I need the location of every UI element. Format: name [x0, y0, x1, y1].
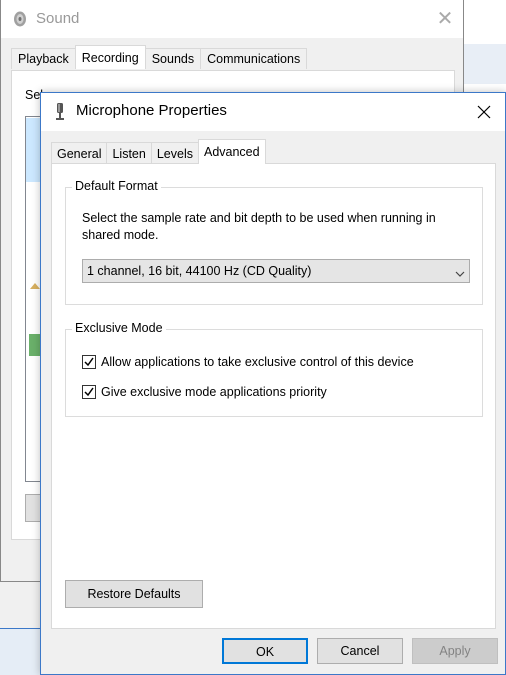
close-icon[interactable]: ✕	[433, 6, 457, 30]
mic-tabs: General Listen Levels Advanced	[51, 139, 266, 164]
sound-titlebar: Sound ✕	[1, 0, 463, 38]
tab-communications[interactable]: Communications	[200, 48, 308, 69]
default-format-description: Select the sample rate and bit depth to …	[82, 211, 436, 242]
tab-listen[interactable]: Listen	[106, 142, 152, 164]
sound-window-title: Sound	[36, 10, 80, 27]
microphone-icon	[54, 102, 66, 122]
exclusive-mode-legend: Exclusive Mode	[72, 321, 166, 335]
close-icon[interactable]	[469, 98, 499, 124]
allow-exclusive-option[interactable]: Allow applications to take exclusive con…	[82, 355, 414, 369]
exclusive-priority-option[interactable]: Give exclusive mode applications priorit…	[82, 385, 327, 399]
default-format-selected: 1 channel, 16 bit, 44100 Hz (CD Quality)	[87, 264, 312, 278]
checkmark-icon	[84, 357, 94, 367]
desktop-taskbar-fragment	[0, 628, 40, 675]
tab-sounds[interactable]: Sounds	[144, 48, 202, 69]
checkmark-icon	[84, 387, 94, 397]
default-format-legend: Default Format	[72, 179, 161, 193]
ok-button[interactable]: OK	[222, 638, 308, 664]
desktop-background-strip	[464, 44, 506, 84]
chevron-down-icon	[455, 267, 465, 277]
mic-window-title: Microphone Properties	[76, 102, 227, 119]
exclusive-priority-checkbox[interactable]	[82, 385, 96, 399]
tab-general[interactable]: General	[51, 142, 108, 164]
mic-titlebar: Microphone Properties	[41, 93, 505, 131]
tab-advanced[interactable]: Advanced	[197, 139, 266, 164]
cancel-button[interactable]: Cancel	[317, 638, 403, 664]
allow-exclusive-checkbox[interactable]	[82, 355, 96, 369]
exclusive-priority-label: Give exclusive mode applications priorit…	[101, 385, 327, 399]
allow-exclusive-label: Allow applications to take exclusive con…	[101, 355, 414, 369]
microphone-properties-window: Microphone Properties General Listen Lev…	[40, 92, 506, 675]
restore-defaults-button[interactable]: Restore Defaults	[65, 580, 203, 608]
default-format-group: Default Format Select the sample rate an…	[65, 179, 483, 305]
advanced-tab-panel: Default Format Select the sample rate an…	[51, 163, 496, 629]
tab-recording[interactable]: Recording	[74, 45, 146, 69]
apply-button[interactable]: Apply	[412, 638, 498, 664]
default-format-dropdown[interactable]: 1 channel, 16 bit, 44100 Hz (CD Quality)	[82, 259, 470, 283]
sound-tabs: Playback Recording Sounds Communications	[11, 45, 308, 70]
tab-playback[interactable]: Playback	[11, 48, 76, 69]
tab-levels[interactable]: Levels	[150, 142, 199, 164]
speaker-icon	[11, 10, 29, 28]
exclusive-mode-group: Exclusive Mode Allow applications to tak…	[65, 321, 483, 417]
